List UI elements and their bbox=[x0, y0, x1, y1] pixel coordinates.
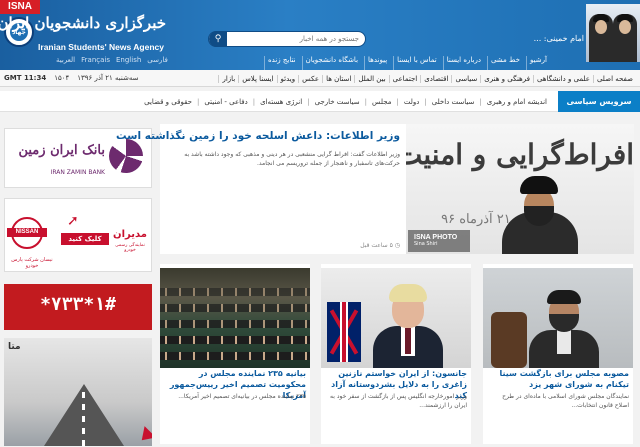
featured-wall-text: افراط‌گرایی و امنیت bbox=[406, 138, 634, 171]
lang-arabic[interactable]: العربية bbox=[56, 56, 75, 70]
isna-photo-logo: ISNA PHOTO Sina Shiri bbox=[414, 234, 474, 247]
clock-icon: ◷ bbox=[394, 242, 400, 249]
cursor-icon: ➚ bbox=[67, 213, 79, 229]
nav-item-international[interactable]: بین الملل bbox=[354, 74, 388, 83]
bank-name: بانک ایران زمین bbox=[18, 143, 105, 158]
main-nav: GMT 11:34 ۱۵۰۴ سه‌شنبه ۲۱ آذر ۱۳۹۶ صفحه … bbox=[0, 70, 640, 87]
chair bbox=[491, 312, 527, 368]
search-box: ⚲ bbox=[208, 31, 366, 47]
subnav-parliament[interactable]: مجلس bbox=[367, 98, 397, 106]
site-logo-persian[interactable]: خبرگزاری دانشجویان ایران، ایسنا bbox=[0, 14, 166, 32]
top-link-contact[interactable]: تماس با ایسنا bbox=[393, 56, 440, 70]
portrait-left bbox=[589, 14, 613, 62]
featured-title[interactable]: وزیر اطلاعات: داعش اسلحه خود را زمین نگذ… bbox=[116, 130, 400, 142]
gmt-label: GMT 11:34 bbox=[4, 74, 47, 82]
search-input[interactable] bbox=[227, 35, 365, 43]
nav-item-isna-plus[interactable]: ایسنا پلاس bbox=[238, 74, 276, 83]
bank-logo-icon bbox=[109, 139, 143, 173]
nav-item-culture[interactable]: فرهنگی و هنری bbox=[480, 74, 533, 83]
date-numeric: ۱۵۰۴ bbox=[54, 74, 70, 82]
tab-political-service[interactable]: سرویس سیاسی bbox=[558, 91, 640, 112]
card-title[interactable]: مصوبه مجلس برای بازگشت سینا تیکنام به شو… bbox=[487, 368, 629, 390]
council-member-photo bbox=[529, 290, 599, 368]
road-line bbox=[82, 392, 85, 446]
search-button[interactable]: ⚲ bbox=[209, 31, 227, 47]
featured-timestamp: ◷ ۵ ساعت قبل bbox=[360, 242, 400, 249]
dealer-logo-sub: نمایندگی رسمی خودرو bbox=[115, 243, 145, 253]
nav-item-market[interactable]: بازار bbox=[218, 74, 238, 83]
nav-item-politics[interactable]: سیاسی bbox=[451, 74, 480, 83]
subnav-foreign[interactable]: سیاست خارجی bbox=[310, 98, 365, 106]
top-link-policy[interactable]: خط مشی bbox=[486, 56, 523, 70]
card-lead: نمایندگان مجلس شورای اسلامی با ماده‌ای د… bbox=[502, 393, 629, 409]
minister-photo bbox=[500, 172, 580, 254]
lang-persian[interactable]: فارسی bbox=[147, 56, 168, 70]
johnson-photo bbox=[373, 284, 443, 368]
subnav-nuclear[interactable]: انرژی هسته‌ای bbox=[255, 98, 307, 106]
nissan-click-button[interactable]: کلیک کنید bbox=[61, 233, 109, 245]
news-card-yazd-council[interactable]: مصوبه مجلس برای بازگشت سینا تیکنام به شو… bbox=[483, 264, 633, 444]
lang-french[interactable]: Français bbox=[81, 56, 110, 70]
road-ad-label: متا bbox=[8, 342, 21, 352]
featured-story[interactable]: افراط‌گرایی و امنیت زمان: ۲۱ آذرماه ۹۶ I… bbox=[116, 124, 634, 254]
ad-nissan[interactable]: NISSAN نیسان شرکت پارس خودرو ➚ کلیک کنید… bbox=[4, 198, 152, 272]
card-image-johnson[interactable] bbox=[321, 268, 471, 368]
top-link-about[interactable]: درباره ایسنا bbox=[442, 56, 484, 70]
language-bar: العربية Français English فارسی bbox=[56, 56, 176, 70]
subnav-judicial[interactable]: حقوقی و قضایی bbox=[139, 98, 197, 106]
card-lead: وزیر امورخارجه انگلیس پس از بازگشت از سف… bbox=[330, 393, 467, 409]
card-image-parliament[interactable] bbox=[160, 268, 310, 368]
subnav-government[interactable]: دولت bbox=[399, 98, 425, 106]
card-lead: ۲۳۵ نماینده مجلس در بیانیه‌ای تصمیم اخیر… bbox=[178, 393, 306, 400]
date-label: سه‌شنبه ۲۱ آذر ۱۳۹۶ bbox=[77, 74, 139, 82]
nav-item-science[interactable]: علمی و دانشگاهی bbox=[532, 74, 593, 83]
news-card-parliament[interactable]: بیانیه ۲۳۵ نماینده مجلس در محکومیت تصمیم… bbox=[160, 264, 310, 444]
ad-ussd-code[interactable]: *۷۳۳*۱# bbox=[4, 284, 152, 330]
dealer-logo: مدیران bbox=[113, 229, 147, 240]
nissan-sub: نیسان شرکت پارس خودرو bbox=[11, 257, 53, 269]
top-link-live-results[interactable]: نتایج زنده bbox=[264, 56, 299, 70]
search-icon: ⚲ bbox=[214, 34, 222, 44]
nav-item-photo[interactable]: عکس bbox=[298, 74, 322, 83]
nav-item-provinces[interactable]: استان ها bbox=[322, 74, 354, 83]
nav-item-economy[interactable]: اقتصادی bbox=[420, 74, 451, 83]
nav-item-society[interactable]: اجتماعی bbox=[388, 74, 421, 83]
main-nav-items: صفحه اصلی علمی و دانشگاهی فرهنگی و هنری … bbox=[218, 70, 636, 87]
arrow-icon bbox=[136, 426, 152, 446]
nissan-brand: NISSAN bbox=[7, 228, 47, 237]
news-card-johnson[interactable]: جانسون: از ایران خواستم نازنین زاغری را … bbox=[321, 264, 471, 444]
uk-flag bbox=[327, 302, 361, 362]
leaders-portrait bbox=[586, 4, 640, 62]
leader-quote: امام خمینی: ... bbox=[533, 34, 584, 43]
top-link-links[interactable]: پیوندها bbox=[364, 56, 390, 70]
top-link-students-club[interactable]: باشگاه دانشجویان bbox=[301, 56, 361, 70]
portrait-right bbox=[613, 14, 637, 62]
card-image-yazd[interactable] bbox=[483, 268, 633, 368]
nav-item-home[interactable]: صفحه اصلی bbox=[592, 74, 636, 83]
subnav-domestic[interactable]: سیاست داخلی bbox=[427, 98, 480, 106]
clock: 11:34 bbox=[23, 74, 47, 82]
top-links: آرشیو خط مشی درباره ایسنا تماس با ایسنا … bbox=[264, 56, 640, 70]
ad-road[interactable]: متا bbox=[4, 338, 152, 446]
ussd-code: *۷۳۳*۱# bbox=[40, 294, 116, 315]
featured-lead: وزیر اطلاعات گفت: افراط گرایی منشعبی در … bbox=[184, 151, 400, 167]
featured-image[interactable]: افراط‌گرایی و امنیت زمان: ۲۱ آذرماه ۹۶ I… bbox=[406, 124, 634, 254]
subnav-defense[interactable]: دفاعی - امنیتی bbox=[199, 98, 252, 106]
service-nav-items: اندیشه امام و رهبری | سیاست داخلی | دولت | … bbox=[139, 91, 552, 112]
site-logo-english[interactable]: Iranian Students' News Agency bbox=[36, 42, 166, 52]
service-nav: سرویس سیاسی اندیشه امام و رهبری | سیاست د… bbox=[0, 91, 640, 112]
top-link-archive[interactable]: آرشیو bbox=[526, 56, 550, 70]
site-header: ISNA جهاد خبرگزاری دانشجویان ایران، ایسن… bbox=[0, 0, 640, 78]
bank-name-en: IRAN ZAMIN BANK bbox=[50, 169, 105, 176]
subnav-imam-thought[interactable]: اندیشه امام و رهبری bbox=[482, 98, 552, 106]
nav-item-video[interactable]: ویدئو bbox=[276, 74, 299, 83]
photo-credit: Sina Shiri bbox=[414, 241, 438, 247]
isna-tag[interactable]: ISNA bbox=[0, 0, 40, 14]
lang-english[interactable]: English bbox=[116, 56, 141, 70]
